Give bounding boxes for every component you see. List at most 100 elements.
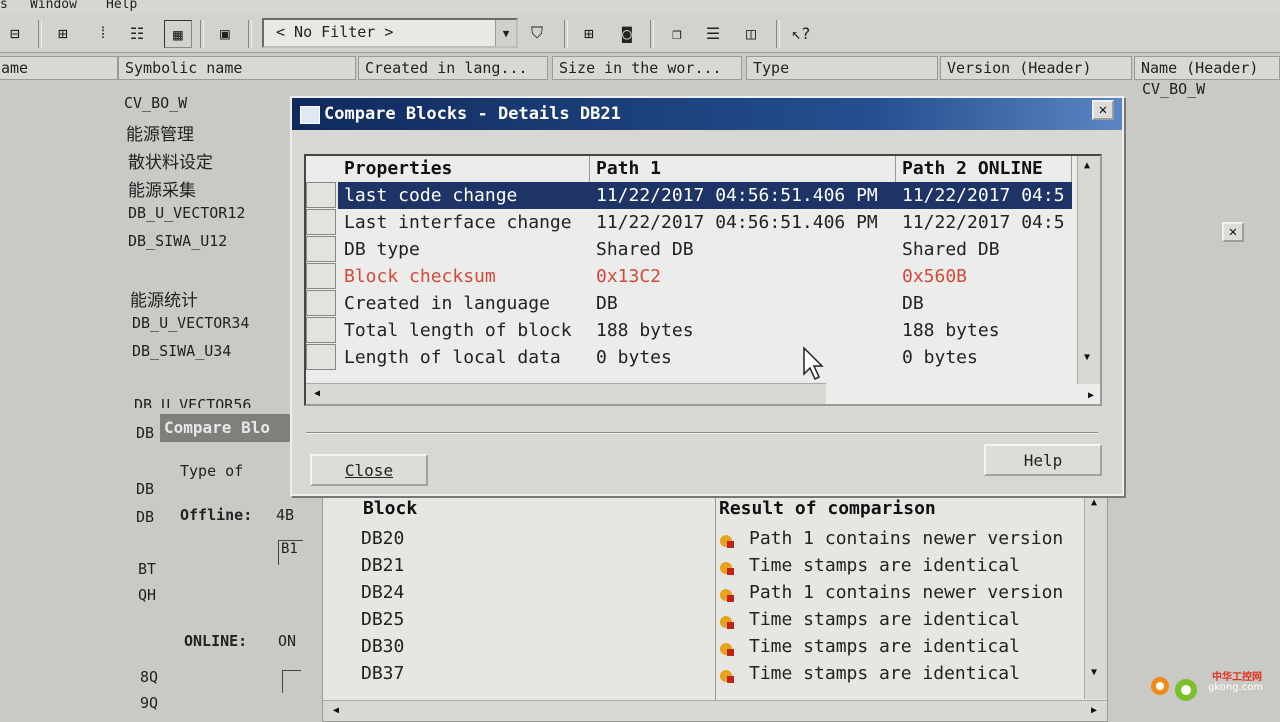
column-header-result[interactable]: Result of comparison — [719, 495, 936, 523]
row-header[interactable] — [306, 290, 336, 316]
symbol-row[interactable]: 能源统计 — [130, 286, 198, 311]
row-prefix: BT — [138, 560, 157, 578]
warning-icon — [719, 665, 735, 683]
filter-select[interactable]: < No Filter > ▼ — [262, 18, 518, 48]
table-row[interactable]: last code change 11/22/2017 04:56:51.406… — [306, 182, 1072, 209]
column-header-created-in-language[interactable]: Created in lang... — [358, 56, 548, 80]
gkong-logo: 中华工控网 gkong.com — [1146, 666, 1270, 706]
symbol-row[interactable]: DB_SIWA_U12 — [128, 232, 227, 250]
scroll-left-icon[interactable]: ◀ — [333, 705, 339, 716]
scroll-down-icon[interactable]: ▼ — [1091, 667, 1097, 678]
symbol-row[interactable]: DB_U_VECTOR12 — [128, 204, 245, 222]
accessible-nodes-icon[interactable]: ⊞ — [576, 20, 602, 46]
table-row[interactable]: DB20 Path 1 contains newer version — [323, 525, 1083, 552]
symbol-row[interactable]: 散状料设定 — [128, 148, 213, 173]
row-header[interactable] — [306, 182, 336, 208]
table-row[interactable]: DB25 Time stamps are identical — [323, 606, 1083, 633]
table-row[interactable]: DB30 Time stamps are identical — [323, 633, 1083, 660]
column-header-name[interactable]: ame — [0, 56, 118, 80]
menu-item-first[interactable]: s — [0, 0, 8, 12]
column-header-symbolic-name[interactable]: Symbolic name — [118, 56, 356, 80]
table-row[interactable]: DB37 Time stamps are identical — [323, 660, 1083, 687]
simulation-icon[interactable]: ◙ — [614, 20, 640, 46]
column-header-name-header[interactable]: Name (Header) — [1134, 56, 1280, 80]
symbol-row[interactable]: 能源采集 — [128, 176, 196, 201]
close-button-label: Close — [344, 460, 394, 480]
cascade-windows-icon[interactable]: ❐ — [664, 20, 690, 46]
scroll-right-icon[interactable]: ▶ — [1088, 390, 1094, 401]
type-of-label: Type of — [180, 462, 244, 480]
column-header-path2[interactable]: Path 2 ONLINE — [896, 156, 1072, 182]
close-icon[interactable]: ✕ — [1222, 222, 1244, 242]
path2-cell: 0x560B — [902, 266, 968, 287]
result-cell: Path 1 contains newer version — [749, 582, 1064, 603]
vertical-scrollbar[interactable]: ▲ ▼ — [1077, 156, 1100, 384]
column-header-label: Created in lang... — [365, 59, 528, 77]
row-prefix: DB — [136, 480, 155, 498]
chevron-down-icon[interactable]: ▼ — [495, 20, 516, 46]
scroll-right-icon[interactable]: ▶ — [1091, 705, 1097, 716]
menu-item-help[interactable]: Help — [106, 0, 137, 12]
menu-item-window[interactable]: Window — [30, 0, 77, 12]
row-header[interactable] — [306, 263, 336, 289]
name-header-value: CV_BO_W — [1142, 80, 1206, 98]
close-icon[interactable]: ✕ — [1092, 100, 1114, 120]
scroll-down-icon[interactable]: ▼ — [1084, 352, 1090, 363]
table-row[interactable]: Length of local data 0 bytes 0 bytes — [306, 344, 1072, 371]
help-button[interactable]: Help — [984, 444, 1102, 476]
property-cell: Created in language — [344, 293, 550, 314]
symbol-row[interactable]: CV_BO_W — [124, 94, 187, 112]
list-view-icon[interactable]: ☷ — [124, 20, 150, 46]
mouse-cursor-icon — [802, 346, 826, 386]
symbol-row[interactable]: 能源管理 — [126, 120, 194, 145]
column-header-type[interactable]: Type — [746, 56, 938, 80]
path2-cell: 11/22/2017 04:5 — [902, 212, 1065, 233]
symbol-row[interactable]: DB_U_VECTOR34 — [132, 314, 249, 332]
comparison-table: Block Result of comparison DB20 Path 1 c… — [322, 494, 1108, 722]
row-header[interactable] — [306, 344, 336, 370]
symbol-row[interactable]: DB_SIWA_U34 — [132, 342, 231, 360]
scroll-up-icon[interactable]: ▲ — [1091, 497, 1097, 508]
vertical-scrollbar[interactable]: ▲ ▼ — [1084, 495, 1107, 699]
horizontal-scrollbar[interactable]: ◀ — [306, 383, 826, 404]
table-row[interactable]: Last interface change 11/22/2017 04:56:5… — [306, 209, 1072, 236]
column-header-block[interactable]: Block — [363, 495, 417, 523]
table-row[interactable]: Created in language DB DB — [306, 290, 1072, 317]
tile-horizontal-icon[interactable]: ☰ — [700, 20, 726, 46]
checkbox[interactable] — [282, 670, 301, 693]
row-header[interactable] — [306, 317, 336, 343]
table-row[interactable]: Total length of block 188 bytes 188 byte… — [306, 317, 1072, 344]
context-help-icon[interactable]: ↖? — [788, 20, 814, 46]
network-icon[interactable]: ⊟ — [2, 20, 28, 46]
result-cell: Time stamps are identical — [749, 636, 1020, 657]
table-row[interactable]: DB type Shared DB Shared DB — [306, 236, 1072, 263]
row-header[interactable] — [306, 209, 336, 235]
column-header-version[interactable]: Version (Header) — [940, 56, 1132, 80]
b1-field[interactable]: B1 — [278, 540, 303, 565]
scroll-up-icon[interactable]: ▲ — [1084, 160, 1090, 171]
path2-cell: 11/22/2017 04:5 — [896, 182, 1072, 209]
divider — [306, 432, 1098, 434]
details-view-icon[interactable]: ▦ — [164, 20, 192, 48]
table-row[interactable]: DB21 Time stamps are identical — [323, 552, 1083, 579]
column-header-label: Version (Header) — [947, 59, 1092, 77]
dialog-titlebar: Compare Blocks - Details DB21 ✕ — [292, 98, 1122, 130]
column-header-path1[interactable]: Path 1 — [590, 156, 896, 182]
block-cell: DB30 — [361, 636, 405, 657]
horizontal-scrollbar[interactable]: ◀ ▶ — [323, 700, 1107, 721]
tile-vertical-icon[interactable]: ◫ — [738, 20, 764, 46]
project-icon[interactable]: ▣ — [212, 20, 238, 46]
row-prefix: DB — [136, 508, 155, 526]
symbol-row[interactable]: DB_U_VECTOR56 — [134, 396, 251, 408]
small-icons-view-icon[interactable]: ⁞ — [90, 20, 116, 46]
column-header-properties[interactable]: Properties — [338, 156, 590, 182]
table-row[interactable]: DB24 Path 1 contains newer version — [323, 579, 1083, 606]
row-header[interactable] — [306, 236, 336, 262]
path2-cell: DB — [902, 293, 924, 314]
scroll-left-icon[interactable]: ◀ — [314, 388, 320, 399]
filter-settings-icon[interactable]: ⛉ — [524, 20, 550, 46]
large-icons-view-icon[interactable]: ⊞ — [50, 20, 76, 46]
close-button[interactable]: Close — [310, 454, 428, 486]
table-row[interactable]: Block checksum 0x13C2 0x560B — [306, 263, 1072, 290]
column-header-size[interactable]: Size in the wor... — [552, 56, 742, 80]
